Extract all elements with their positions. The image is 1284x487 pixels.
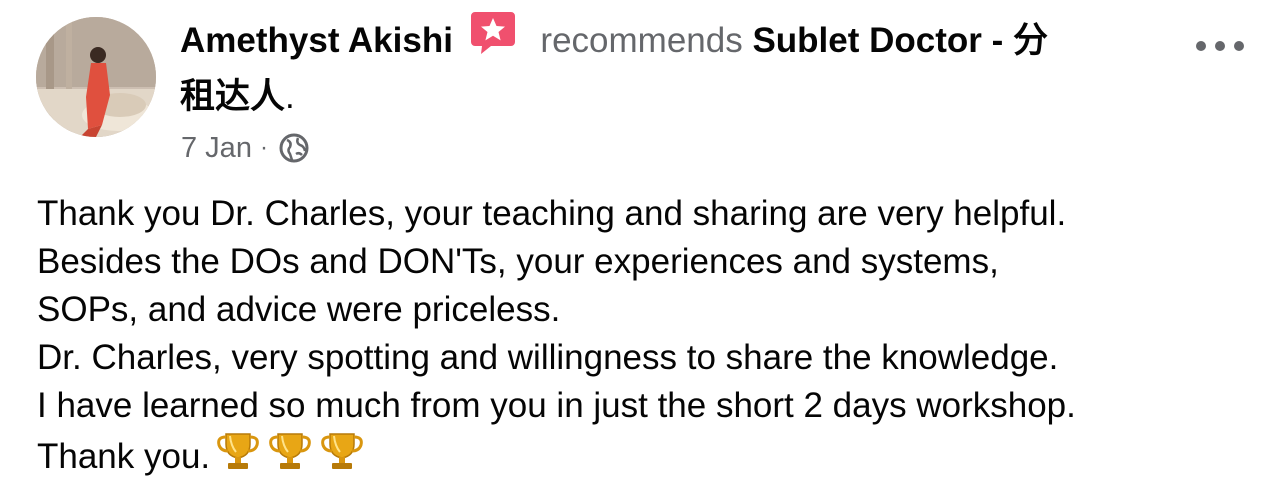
trophy-icon: [217, 433, 259, 469]
avatar-photo: [36, 17, 156, 137]
body-line: Thank you.: [37, 437, 211, 476]
body-line-last: Thank you.: [37, 430, 1267, 481]
trophy-emojis: [210, 433, 366, 476]
author-avatar[interactable]: [36, 17, 156, 137]
action-text: recommends: [540, 21, 743, 60]
globe-icon[interactable]: [278, 132, 310, 164]
body-line: SOPs, and advice were priceless.: [37, 290, 561, 329]
meta-separator: ·: [259, 134, 268, 161]
body-line: Thank you Dr. Charles, your teaching and…: [37, 194, 1067, 233]
recommend-star-icon: [470, 12, 515, 54]
post-header: Amethyst Akishi recommends Sublet Doctor…: [180, 10, 1180, 125]
trophy-icon: [321, 433, 363, 469]
body-line: Dr. Charles, very spotting and willingne…: [37, 338, 1059, 377]
body-line: I have learned so much from you in just …: [37, 386, 1076, 425]
post-body: Thank you Dr. Charles, your teaching and…: [37, 190, 1267, 481]
trophy-icon: [269, 433, 311, 469]
more-options-icon[interactable]: [1192, 34, 1248, 58]
post-timestamp[interactable]: 7 Jan: [181, 132, 252, 165]
post-meta: 7 Jan ·: [181, 128, 310, 168]
author-name[interactable]: Amethyst Akishi: [180, 21, 453, 60]
page-suffix: .: [285, 77, 295, 116]
body-line: Besides the DOs and DON'Ts, your experie…: [37, 242, 999, 281]
